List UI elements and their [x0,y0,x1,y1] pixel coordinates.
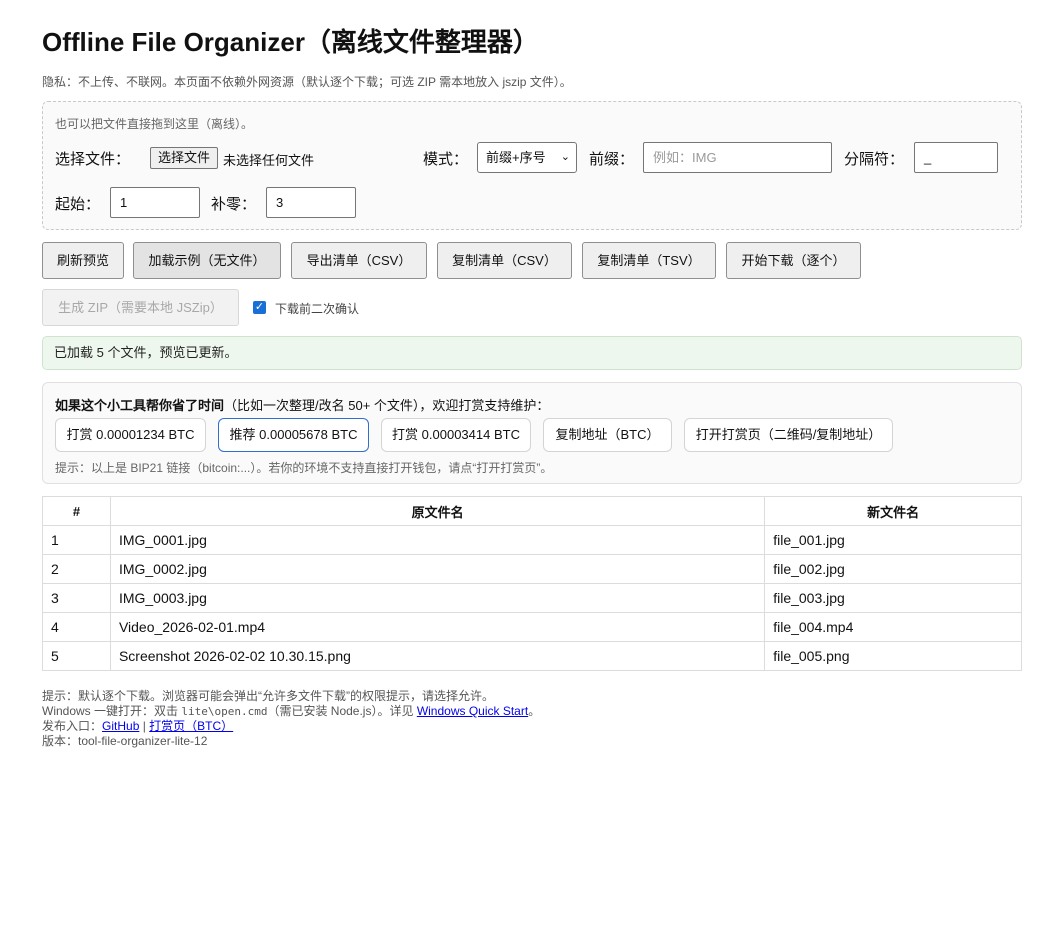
drop-zone[interactable]: 也可以把文件直接拖到这里（离线）。 选择文件： 选择文件 未选择任何文件 模式：… [42,101,1022,230]
privacy-note: 隐私：不上传、不联网。本页面不依赖外网资源（默认逐个下载；可选 ZIP 需本地放… [42,75,572,89]
donate-title: 如果这个小工具帮你省了时间（比如一次整理/改名 50+ 个文件），欢迎打赏支持维… [55,395,549,414]
footer-windows-note: （需已安装 Node.js）。详见 [267,704,417,718]
footer-release-line: 发布入口：GitHub | 打赏页（BTC） [42,719,540,734]
confirm-label: 下载前二次确认 [275,302,360,316]
separator-label: 分隔符： [844,151,905,168]
page-title: Offline File Organizer（离线文件整理器） [42,27,539,57]
table-row: 5 Screenshot 2026-02-02 10.30.15.png fil… [42,641,1022,671]
donate-button-1[interactable]: 打赏 0.00001234 BTC [55,418,206,452]
row-index: 5 [42,641,111,671]
prefix-label: 前缀： [589,151,635,168]
table-header-row: # 原文件名 新文件名 [42,496,1022,526]
load-sample-button[interactable]: 加载示例（无文件） [133,242,281,279]
windows-quick-start-link[interactable]: Windows Quick Start [417,704,528,718]
new-filename: file_005.png [764,641,1022,671]
donate-button-recommended[interactable]: 推荐 0.00005678 BTC [218,418,369,452]
donate-button-3[interactable]: 打赏 0.00003414 BTC [381,418,531,452]
footer-download-tip: 提示：默认逐个下载。浏览器可能会弹出“允许多文件下载”的权限提示，请选择允许。 [42,689,494,703]
new-filename: file_003.jpg [764,583,1022,613]
drop-hint: 也可以把文件直接拖到这里（离线）。 [55,117,254,131]
footer: 提示：默认逐个下载。浏览器可能会弹出“允许多文件下载”的权限提示，请选择允许。 … [42,689,540,749]
donate-title-rest: （比如一次整理/改名 50+ 个文件），欢迎打赏支持维护： [224,398,550,413]
original-filename: IMG_0003.jpg [109,583,766,613]
start-label: 起始： [55,196,101,213]
original-filename: Video_2026-02-01.mp4 [109,612,766,642]
new-filename: file_001.jpg [764,525,1022,555]
check-icon: ✓ [254,301,265,313]
footer-windows-line: Windows 一键打开：双击 lite\open.cmd（需已安装 Node.… [42,704,540,719]
start-input[interactable]: 1 [110,187,200,218]
copy-tsv-button[interactable]: 复制清单（TSV） [582,242,716,279]
new-filename: file_004.mp4 [764,612,1022,642]
donate-title-bold: 如果这个小工具帮你省了时间 [55,398,225,413]
row-index: 4 [42,612,111,642]
footer-windows-text: Windows 一键打开：双击 [42,704,182,718]
preview-table: # 原文件名 新文件名 1 IMG_0001.jpg file_001.jpg … [42,496,1022,671]
file-status: 未选择任何文件 [223,153,315,168]
table-row: 2 IMG_0002.jpg file_002.jpg [42,554,1022,584]
link-separator: | [139,719,150,733]
open-donate-page-button[interactable]: 打开打赏页（二维码/复制地址） [684,418,893,452]
original-filename: IMG_0002.jpg [109,554,766,584]
release-label: 发布入口： [42,719,103,733]
pad-input[interactable]: 3 [266,187,356,218]
mode-label: 模式： [423,151,469,168]
original-filename: IMG_0001.jpg [109,525,766,555]
row-index: 1 [42,525,111,555]
table-row: 3 IMG_0003.jpg file_003.jpg [42,583,1022,613]
mode-select-value: 前缀+序号 [486,150,546,165]
footer-period: 。 [528,704,541,718]
confirm-checkbox[interactable]: ✓ [253,301,266,314]
copy-csv-button[interactable]: 复制清单（CSV） [437,242,572,279]
table-row: 4 Video_2026-02-01.mp4 file_004.mp4 [42,612,1022,642]
status-message: 已加载 5 个文件，预览已更新。 [42,336,1022,370]
choose-file-button[interactable]: 选择文件 [150,147,219,169]
row-index: 2 [42,554,111,584]
start-download-button[interactable]: 开始下载（逐个） [726,242,861,279]
generate-zip-button[interactable]: 生成 ZIP（需要本地 JSZip） [42,289,239,326]
column-header-new: 新文件名 [764,496,1022,526]
copy-btc-address-button[interactable]: 复制地址（BTC） [543,418,672,452]
donate-panel: 如果这个小工具帮你省了时间（比如一次整理/改名 50+ 个文件），欢迎打赏支持维… [42,382,1022,484]
chevron-down-icon: ⌄ [560,151,570,163]
new-filename: file_002.jpg [764,554,1022,584]
mode-select[interactable]: 前缀+序号 ⌄ [477,142,577,173]
file-label: 选择文件： [55,151,131,168]
original-filename: Screenshot 2026-02-02 10.30.15.png [109,641,766,671]
donate-tip: 提示：以上是 BIP21 链接（bitcoin:...）。若你的环境不支持直接打… [55,461,553,475]
open-cmd-path: lite\open.cmd [181,705,268,718]
pad-label: 补零： [211,196,257,213]
column-header-index: # [42,496,111,526]
prefix-input[interactable]: 例如：IMG [643,142,832,173]
refresh-preview-button[interactable]: 刷新预览 [42,242,124,279]
donate-page-link[interactable]: 打赏页（BTC） [149,719,233,733]
separator-input[interactable]: _ [914,142,998,173]
row-index: 3 [42,583,111,613]
table-row: 1 IMG_0001.jpg file_001.jpg [42,525,1022,555]
export-csv-button[interactable]: 导出清单（CSV） [291,242,427,279]
github-link[interactable]: GitHub [102,719,139,733]
column-header-original: 原文件名 [109,496,766,526]
version-text: 版本：tool-file-organizer-lite-12 [42,734,208,748]
